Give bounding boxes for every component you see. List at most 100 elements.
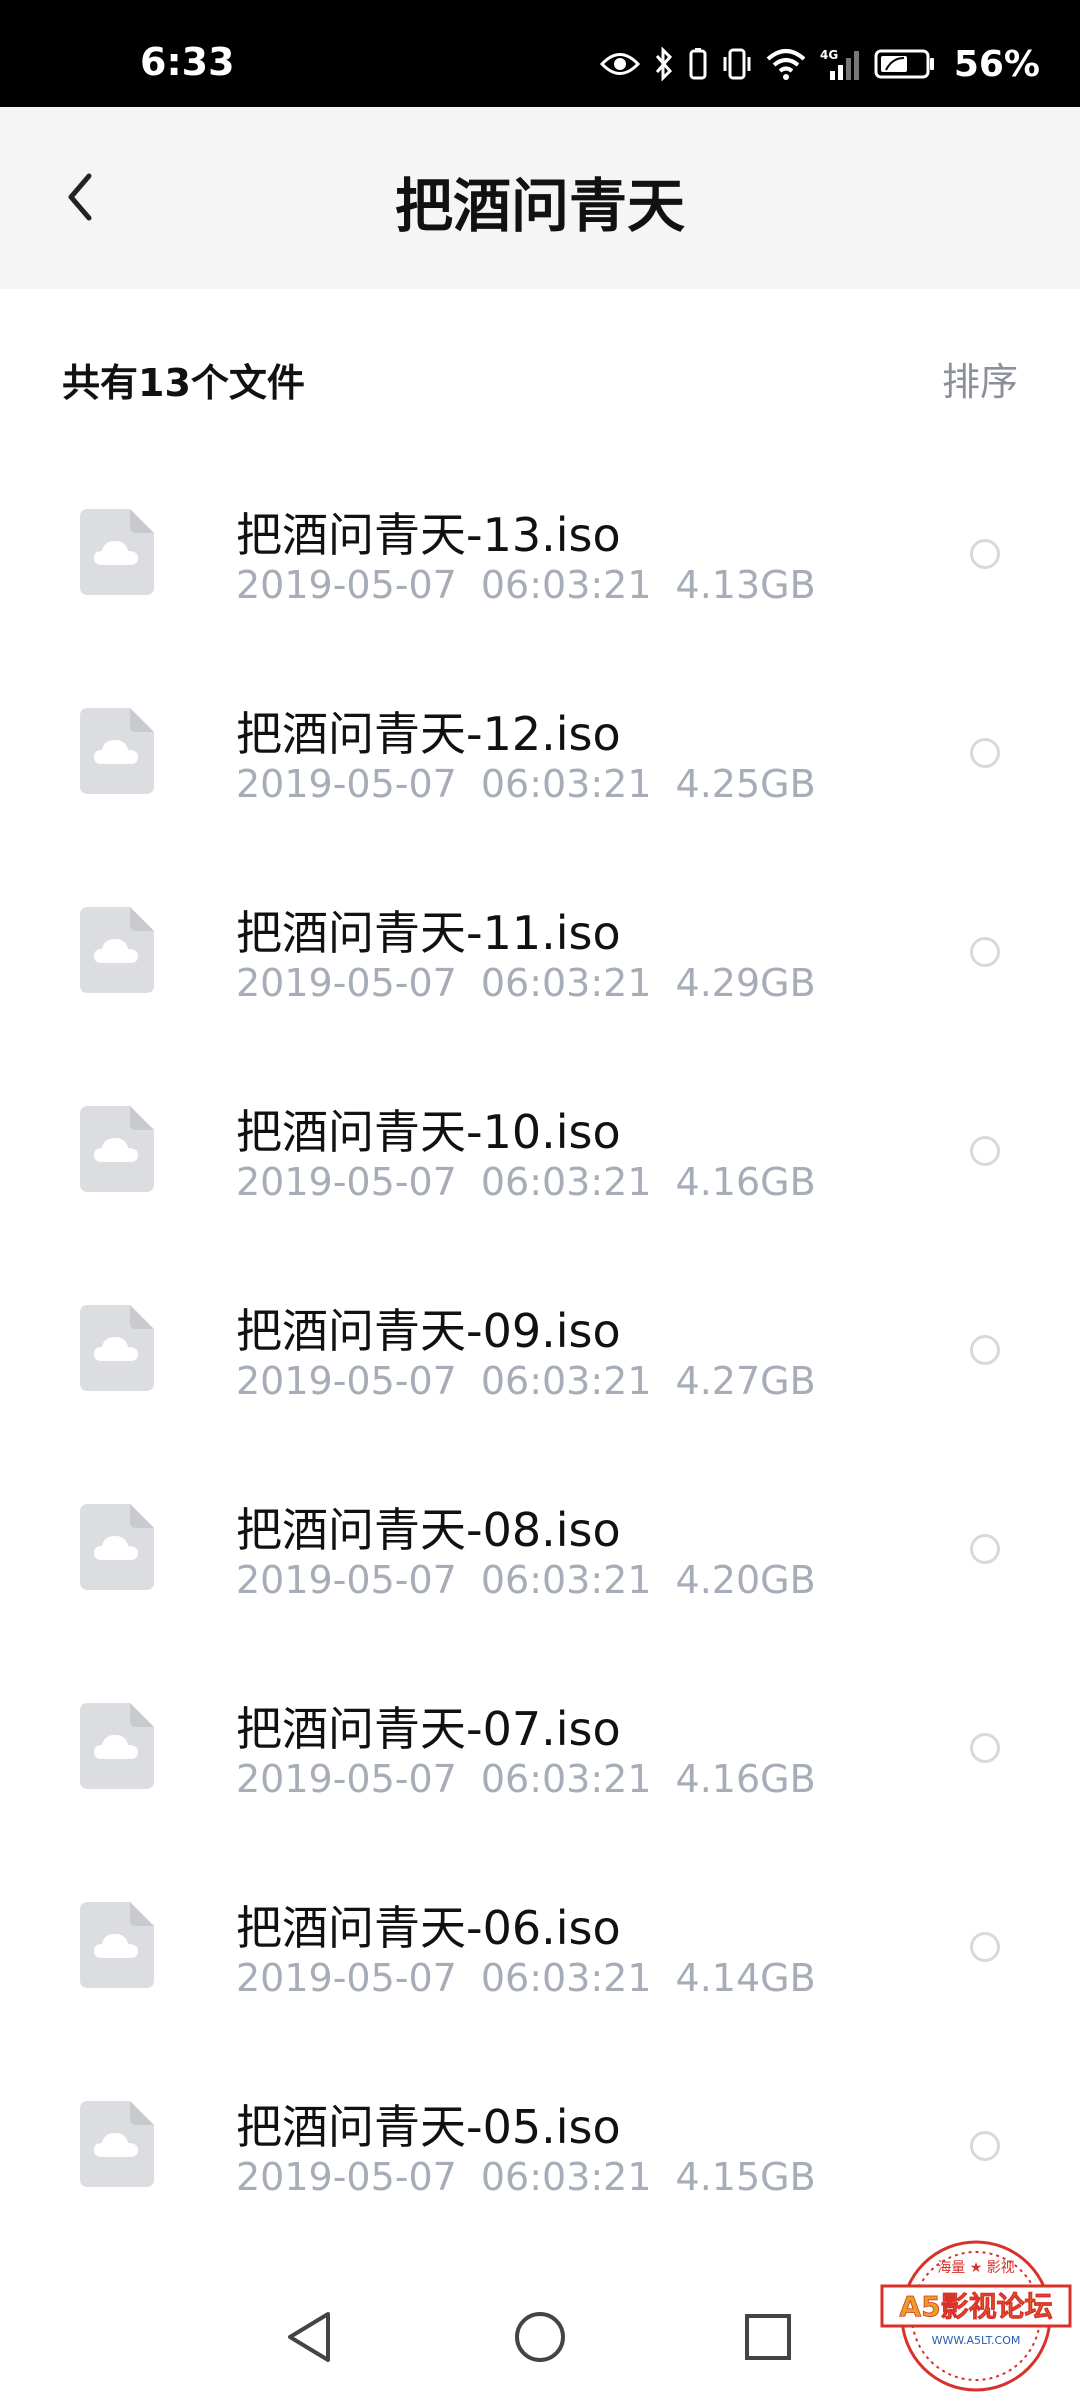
file-meta: 2019-05-07 06:03:21 4.16GB (236, 1757, 840, 1801)
select-checkbox[interactable] (970, 1733, 1000, 1763)
square-recents-icon (745, 2314, 791, 2360)
file-size: 4.29GB (675, 961, 816, 1005)
file-size: 4.16GB (675, 1160, 816, 1204)
file-meta: 2019-05-07 06:03:21 4.16GB (236, 1160, 840, 1204)
select-checkbox[interactable] (970, 1136, 1000, 1166)
status-time: 6:33 (140, 40, 235, 84)
file-name: 把酒问青天-10.iso (236, 1105, 621, 1159)
select-checkbox[interactable] (970, 539, 1000, 569)
file-date: 2019-05-07 (236, 1359, 457, 1403)
circle-home-icon (515, 2312, 565, 2362)
file-time: 06:03:21 (480, 563, 652, 607)
cloud-file-icon (80, 708, 154, 794)
watermark-top-text: 海量 ★ 影视 (937, 2260, 1014, 2276)
wifi-icon (766, 49, 806, 80)
file-time: 06:03:21 (480, 1359, 652, 1403)
file-time: 06:03:21 (480, 1558, 652, 1602)
cloud-file-icon (80, 1902, 154, 1988)
cloud-file-icon (80, 2101, 154, 2187)
file-name: 把酒问青天-13.iso (236, 508, 621, 562)
app-header: 把酒问青天 (0, 107, 1080, 289)
file-name: 把酒问青天-05.iso (236, 2100, 621, 2154)
file-size: 4.20GB (675, 1558, 816, 1602)
file-size: 4.14GB (675, 1956, 816, 2000)
file-list: 把酒问青天-13.iso 2019-05-07 06:03:21 4.13GB 把酒… (0, 459, 1080, 2250)
file-count-label: 共有13个文件 (62, 361, 305, 405)
file-list-item[interactable]: 把酒问青天-06.iso 2019-05-07 06:03:21 4.14GB (0, 1852, 1080, 2051)
status-bar: 6:33 4G 56% (0, 0, 1080, 107)
select-checkbox[interactable] (970, 2131, 1000, 2161)
file-meta: 2019-05-07 06:03:21 4.20GB (236, 1558, 840, 1602)
nav-home-button[interactable] (505, 2302, 575, 2372)
file-date: 2019-05-07 (236, 563, 457, 607)
file-name: 把酒问青天-09.iso (236, 1304, 621, 1358)
cloud-file-icon (80, 1504, 154, 1590)
page-title: 把酒问青天 (394, 172, 685, 240)
file-list-item[interactable]: 把酒问青天-08.iso 2019-05-07 06:03:21 4.20GB (0, 1454, 1080, 1653)
file-name: 把酒问青天-12.iso (236, 707, 621, 761)
battery-saver-icon (689, 48, 707, 80)
signal-4g-icon: 4G (820, 48, 859, 80)
status-icons: 4G 56% (599, 43, 1040, 85)
sort-button[interactable]: 排序 (942, 351, 1018, 406)
battery-percentage: 56% (953, 43, 1040, 85)
file-time: 06:03:21 (480, 961, 652, 1005)
file-time: 06:03:21 (480, 1956, 652, 2000)
file-date: 2019-05-07 (236, 1160, 457, 1204)
watermark-text: A5影视论坛 (899, 2290, 1052, 2323)
file-meta: 2019-05-07 06:03:21 4.29GB (236, 961, 840, 1005)
file-size: 4.15GB (675, 2155, 816, 2199)
file-date: 2019-05-07 (236, 1757, 457, 1801)
select-checkbox[interactable] (970, 1534, 1000, 1564)
file-date: 2019-05-07 (236, 1956, 457, 2000)
triangle-back-icon (288, 2312, 330, 2362)
file-meta: 2019-05-07 06:03:21 4.14GB (236, 1956, 840, 2000)
file-name: 把酒问青天-07.iso (236, 1702, 621, 1756)
file-date: 2019-05-07 (236, 961, 457, 1005)
file-meta: 2019-05-07 06:03:21 4.13GB (236, 563, 840, 607)
file-list-item[interactable]: 把酒问青天-10.iso 2019-05-07 06:03:21 4.16GB (0, 1056, 1080, 1255)
file-time: 06:03:21 (480, 762, 652, 806)
file-name: 把酒问青天-11.iso (236, 906, 621, 960)
cloud-file-icon (80, 1703, 154, 1789)
file-list-item[interactable]: 把酒问青天-11.iso 2019-05-07 06:03:21 4.29GB (0, 857, 1080, 1056)
watermark-logo: 海量 ★ 影视 A5影视论坛 WWW.A5LT.COM (880, 2240, 1072, 2392)
file-date: 2019-05-07 (236, 2155, 457, 2199)
select-checkbox[interactable] (970, 937, 1000, 967)
file-size: 4.13GB (675, 563, 816, 607)
svg-text:4G: 4G (820, 48, 838, 62)
file-size: 4.16GB (675, 1757, 816, 1801)
cloud-file-icon (80, 509, 154, 595)
file-meta: 2019-05-07 06:03:21 4.15GB (236, 2155, 840, 2199)
select-checkbox[interactable] (970, 1932, 1000, 1962)
file-list-item[interactable]: 把酒问青天-05.iso 2019-05-07 06:03:21 4.15GB (0, 2051, 1080, 2250)
file-list-item[interactable]: 把酒问青天-13.iso 2019-05-07 06:03:21 4.13GB (0, 459, 1080, 658)
file-time: 06:03:21 (480, 1757, 652, 1801)
file-time: 06:03:21 (480, 1160, 652, 1204)
summary-row: 共有13个文件 排序 (0, 289, 1080, 459)
vibrate-icon (723, 48, 751, 80)
cloud-file-icon (80, 1305, 154, 1391)
battery-icon (874, 49, 934, 79)
file-list-item[interactable]: 把酒问青天-12.iso 2019-05-07 06:03:21 4.25GB (0, 658, 1080, 857)
file-name: 把酒问青天-08.iso (236, 1503, 621, 1557)
select-checkbox[interactable] (970, 738, 1000, 768)
bluetooth-icon (655, 47, 672, 81)
file-size: 4.25GB (675, 762, 816, 806)
file-time: 06:03:21 (480, 2155, 652, 2199)
file-list-item[interactable]: 把酒问青天-07.iso 2019-05-07 06:03:21 4.16GB (0, 1653, 1080, 1852)
file-size: 4.27GB (675, 1359, 816, 1403)
file-name: 把酒问青天-06.iso (236, 1901, 621, 1955)
cloud-file-icon (80, 907, 154, 993)
file-list-item[interactable]: 把酒问青天-09.iso 2019-05-07 06:03:21 4.27GB (0, 1255, 1080, 1454)
nav-recents-button[interactable] (733, 2302, 803, 2372)
file-meta: 2019-05-07 06:03:21 4.25GB (236, 762, 840, 806)
eye-icon (599, 53, 640, 75)
nav-back-button[interactable] (274, 2302, 344, 2372)
file-meta: 2019-05-07 06:03:21 4.27GB (236, 1359, 840, 1403)
watermark-url: WWW.A5LT.COM (932, 2334, 1021, 2347)
file-date: 2019-05-07 (236, 762, 457, 806)
cloud-file-icon (80, 1106, 154, 1192)
select-checkbox[interactable] (970, 1335, 1000, 1365)
file-date: 2019-05-07 (236, 1558, 457, 1602)
